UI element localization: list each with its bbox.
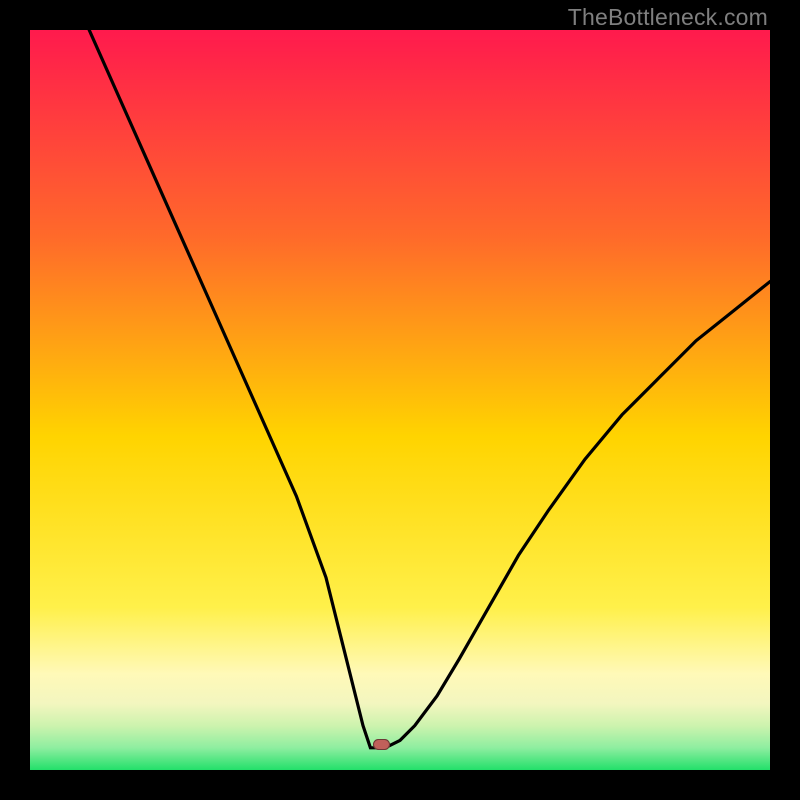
chart-frame: TheBottleneck.com bbox=[0, 0, 800, 800]
watermark-text: TheBottleneck.com bbox=[568, 4, 768, 31]
bottleneck-curve bbox=[30, 30, 770, 770]
plot-area bbox=[30, 30, 770, 770]
optimum-marker bbox=[373, 739, 390, 750]
